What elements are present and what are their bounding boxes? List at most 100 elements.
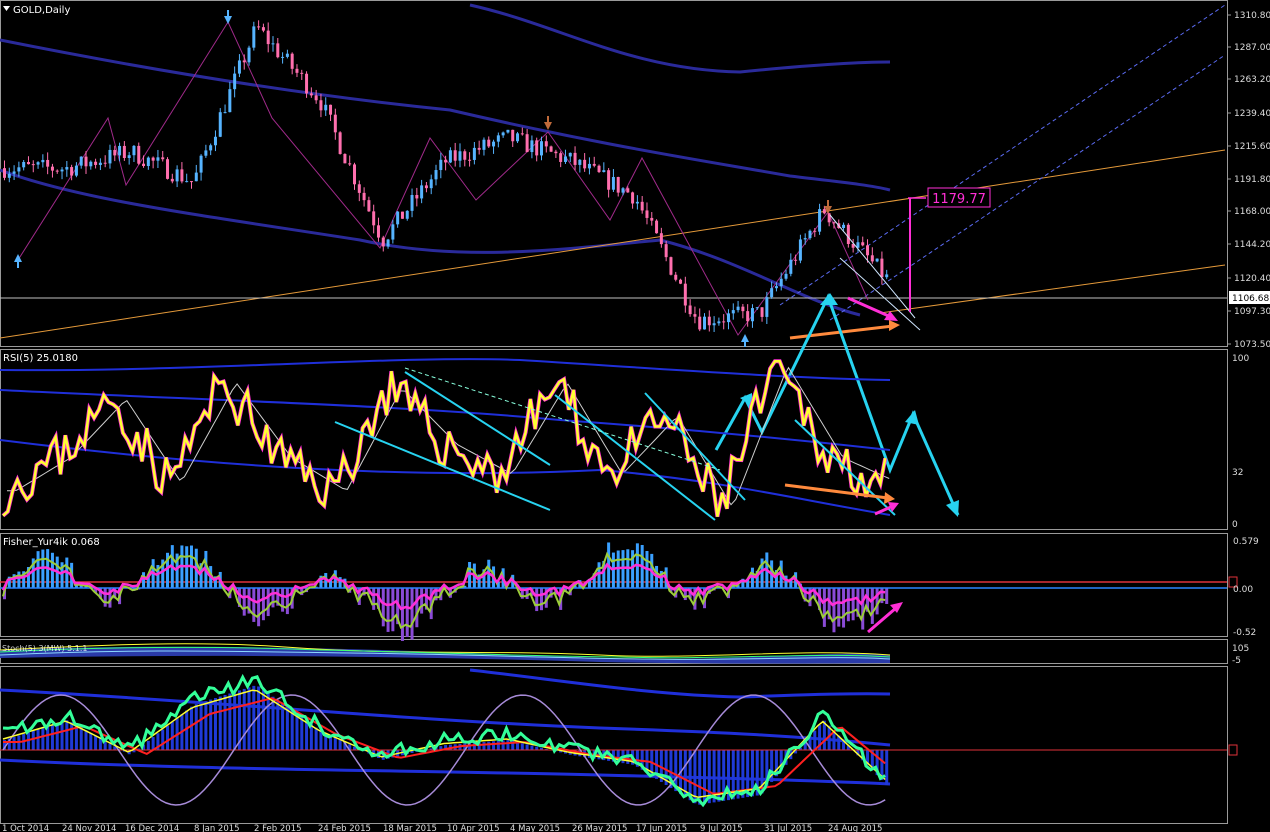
candle-body — [635, 201, 639, 204]
candle-body — [410, 194, 414, 211]
candle-body — [477, 147, 481, 150]
candle-body — [118, 145, 122, 156]
candle-body — [741, 306, 745, 312]
candle-body — [822, 209, 826, 214]
candle-body — [381, 237, 385, 247]
candle-body — [679, 279, 683, 284]
fisher-bar — [142, 572, 146, 588]
fisher-bar — [400, 588, 404, 641]
candle-body — [520, 133, 524, 135]
candle-body — [640, 201, 644, 211]
candle-body — [60, 169, 64, 172]
candle-body — [242, 60, 246, 63]
fisher-y-axis: 0.579 0.00 -0.52 — [1233, 537, 1259, 638]
candle-body — [396, 211, 400, 225]
candle-body — [496, 135, 500, 142]
fisher-bar — [17, 571, 21, 588]
rsi-yellow-line — [2, 360, 887, 517]
candle-body — [755, 307, 759, 309]
candle-body — [554, 151, 558, 154]
candle-body — [712, 323, 716, 326]
channel-dashed-lower — [829, 54, 1226, 321]
date-tick-label: 18 Mar 2015 — [383, 824, 437, 832]
candle-body — [482, 139, 486, 150]
candle-body — [175, 169, 179, 182]
candle-body — [261, 27, 265, 31]
fisher-bar — [851, 588, 855, 621]
osc-bar — [31, 730, 35, 750]
candle-body — [372, 211, 376, 226]
osc-bar — [65, 720, 69, 750]
candle-body — [674, 274, 678, 280]
osc-bar — [261, 689, 265, 750]
candle-body — [439, 159, 443, 171]
candle-body — [70, 167, 74, 176]
candle-body — [559, 153, 563, 162]
osc-bar — [50, 724, 54, 750]
candle-body — [94, 161, 98, 165]
fisher-bar — [539, 588, 543, 611]
wedge-line-upper — [829, 214, 916, 319]
candle-body — [655, 220, 659, 234]
candle-body — [611, 176, 615, 190]
candle-body — [314, 95, 318, 101]
osc-bar — [530, 745, 534, 750]
fisher-bar — [861, 588, 865, 630]
candle-body — [722, 321, 726, 323]
date-tick-label: 2 Feb 2015 — [254, 824, 302, 832]
osc-bar — [161, 729, 165, 750]
fisher-bar — [846, 588, 850, 622]
candle-body — [453, 150, 457, 161]
fisher-bar — [103, 588, 107, 607]
candle-body — [468, 159, 472, 161]
fisher-bar — [822, 588, 826, 627]
osc-bar — [41, 727, 45, 750]
fisher-bar — [535, 588, 539, 612]
dropdown-arrow-icon[interactable] — [3, 6, 10, 11]
price-tick-label: 1097.30 — [1234, 307, 1270, 317]
fisher-bar — [420, 588, 424, 614]
osc-bar — [295, 713, 299, 750]
osc-bar — [252, 685, 256, 750]
candle-body — [223, 112, 227, 114]
candle-body — [276, 43, 280, 58]
candle-body — [357, 184, 361, 193]
osc-bar — [482, 741, 486, 750]
candle-body — [41, 159, 45, 163]
candle-body — [26, 162, 30, 165]
candle-body — [885, 274, 889, 278]
osc-bar — [98, 738, 102, 750]
osc-bar — [285, 707, 289, 750]
price-tick-label: 1263.20 — [1234, 75, 1270, 85]
candle-body — [592, 163, 596, 166]
candle-body — [79, 156, 83, 166]
price-tick-label: 1310.80 — [1234, 11, 1270, 21]
candle-body — [472, 147, 476, 160]
candle-body — [400, 211, 404, 219]
candle-body — [194, 172, 198, 182]
date-tick-label: 16 Dec 2014 — [125, 824, 179, 832]
price-tick-label: 1073.50 — [1234, 340, 1270, 350]
candle-body — [631, 192, 635, 204]
candle-body — [7, 173, 11, 178]
date-tick-label: 10 Apr 2015 — [447, 824, 500, 832]
candle-body — [151, 157, 155, 161]
oscillator-panel-frame — [0, 666, 1228, 824]
candle-body — [146, 157, 150, 167]
osc-bar — [271, 696, 275, 750]
candle-body — [798, 239, 802, 261]
candle-body — [444, 159, 448, 163]
candle-body — [290, 53, 294, 69]
orange-trendline-short — [879, 264, 1226, 314]
candle-body — [300, 72, 304, 74]
candle-body — [573, 152, 577, 165]
fisher-bar — [597, 562, 601, 588]
date-tick-label: 17 Jun 2015 — [636, 824, 687, 832]
osc-bar — [525, 744, 529, 750]
osc-bar — [290, 710, 294, 750]
fisher-bar — [415, 588, 419, 628]
candle-body — [803, 238, 807, 240]
osc-bar — [276, 700, 280, 750]
candle-body — [501, 132, 505, 136]
fisher-bar — [875, 588, 879, 615]
